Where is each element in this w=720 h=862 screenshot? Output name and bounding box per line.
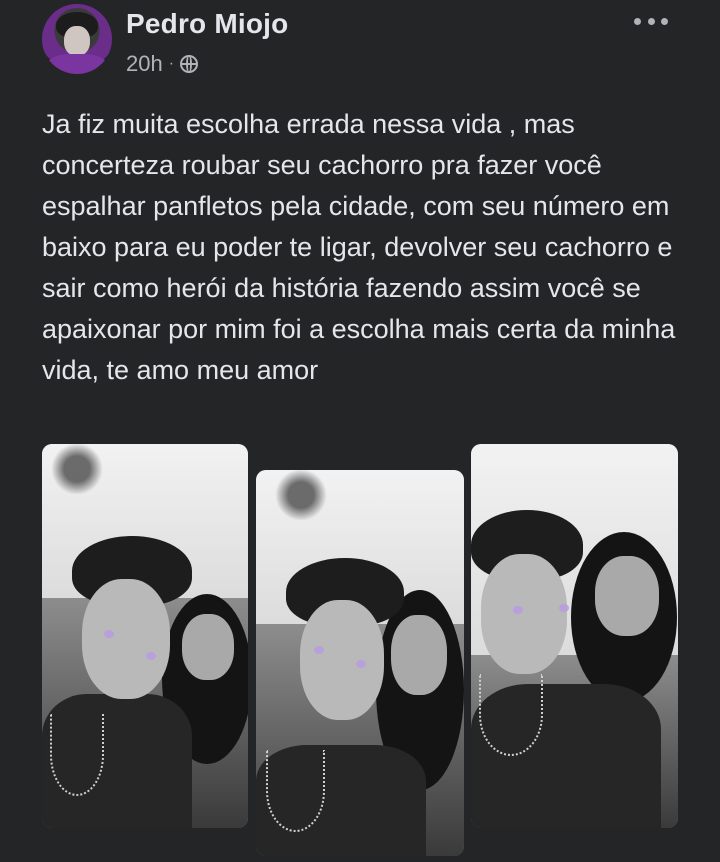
avatar-face: [64, 26, 90, 56]
photo-sticker: [559, 604, 569, 612]
post-photo-2[interactable]: [256, 470, 464, 856]
globe-icon: [180, 55, 199, 73]
more-options-icon[interactable]: [634, 14, 668, 28]
post-text: Ja fiz muita escolha errada nessa vida ,…: [42, 109, 676, 385]
photo-sticker: [314, 646, 324, 654]
photo-sticker: [104, 630, 114, 638]
meta-separator: ·: [168, 55, 175, 72]
photo-person-face: [182, 614, 234, 680]
more-dot: [647, 17, 655, 25]
more-dot: [634, 17, 641, 25]
photo-sticker: [513, 606, 523, 614]
post-photo-3[interactable]: [471, 444, 678, 828]
photo-person-face: [300, 600, 384, 720]
photo-necklace: [50, 714, 104, 796]
post-photo-1[interactable]: [42, 444, 248, 828]
photo-person-face: [481, 554, 567, 674]
post-time[interactable]: 20h: [126, 51, 163, 77]
facebook-post: Pedro Miojo 20h · Ja fiz muita escolha e…: [0, 0, 720, 862]
photo-person-face: [595, 556, 659, 636]
photo-tree: [42, 444, 112, 494]
photo-person-face: [82, 579, 170, 699]
photo-necklace: [266, 750, 325, 832]
more-dot: [661, 17, 668, 25]
author-avatar[interactable]: [42, 4, 112, 74]
photo-sticker: [356, 660, 366, 668]
post-meta: 20h ·: [126, 50, 199, 78]
post-header: Pedro Miojo 20h ·: [42, 4, 720, 78]
author-name[interactable]: Pedro Miojo: [126, 8, 288, 40]
photo-tree: [266, 470, 336, 520]
photo-necklace: [479, 674, 543, 756]
photo-person-face: [391, 615, 447, 695]
photo-sticker: [146, 652, 156, 660]
avatar-shirt: [46, 54, 108, 74]
